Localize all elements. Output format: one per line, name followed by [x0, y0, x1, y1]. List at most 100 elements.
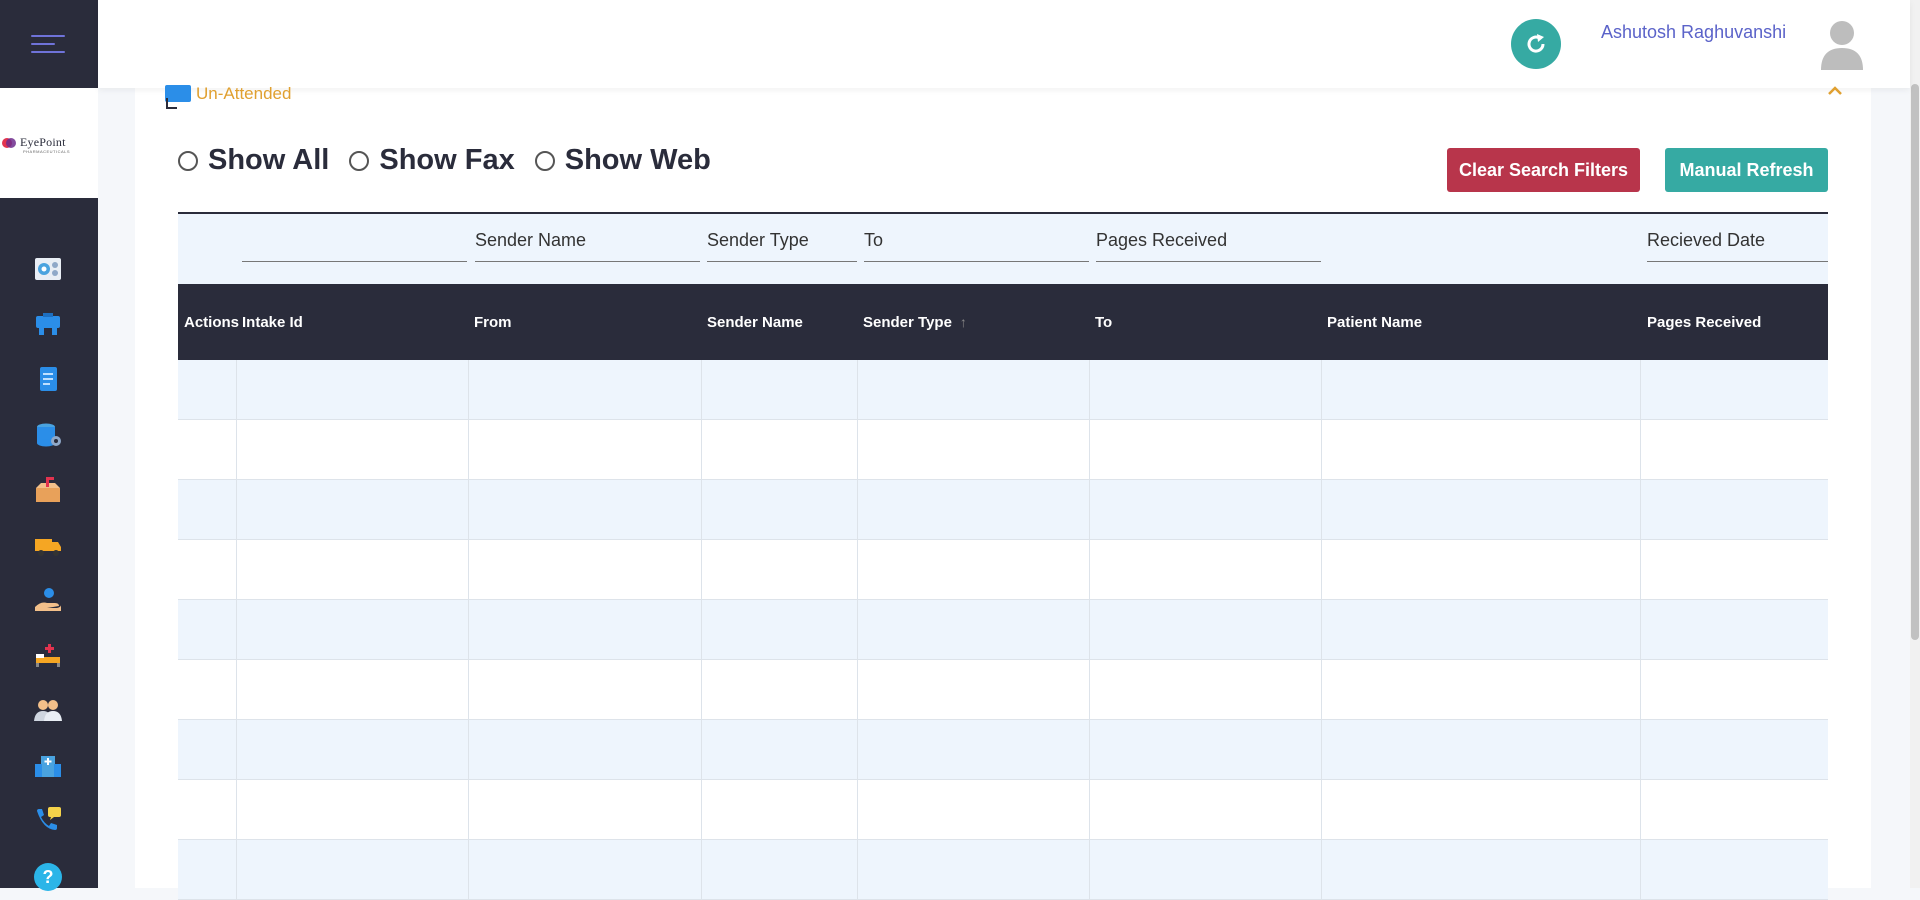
column-divider: [857, 840, 858, 899]
scrollbar-thumb[interactable]: [1911, 84, 1919, 640]
column-divider: [857, 420, 858, 479]
fax-monitor-icon: [165, 85, 191, 109]
column-divider: [1321, 780, 1322, 839]
page-scrollbar[interactable]: [1910, 0, 1920, 888]
filter-received-date[interactable]: Recieved Date: [1647, 214, 1828, 262]
column-divider: [1321, 840, 1322, 899]
column-divider: [1640, 660, 1641, 719]
sidebar-item-packages[interactable]: [33, 475, 63, 505]
column-divider: [1640, 600, 1641, 659]
menu-toggle-icon[interactable]: [31, 33, 65, 55]
delivery-truck-icon: [35, 539, 61, 556]
logo-text: EyePoint: [20, 135, 66, 149]
sort-ascending-icon[interactable]: ↑: [960, 314, 967, 330]
column-divider: [236, 420, 237, 479]
filter-label: Pages Received: [1096, 230, 1228, 250]
column-divider: [236, 840, 237, 899]
chevron-up-icon[interactable]: [1827, 84, 1843, 96]
column-header-from[interactable]: From: [474, 284, 512, 360]
logo-subtext: PHARMACEUTICALS: [23, 149, 71, 154]
user-avatar-icon[interactable]: [1819, 18, 1865, 70]
column-header-actions[interactable]: Actions: [184, 284, 239, 360]
column-divider: [1321, 540, 1322, 599]
table-row[interactable]: [178, 840, 1828, 900]
column-divider: [857, 780, 858, 839]
filter-intake-id[interactable]: [242, 214, 467, 262]
radio-show-all[interactable]: Show All: [178, 144, 329, 177]
column-divider: [1321, 420, 1322, 479]
phone-chat-icon: [37, 807, 61, 830]
sidebar-item-dashboard[interactable]: [33, 254, 63, 284]
column-divider: [857, 600, 858, 659]
column-divider: [236, 540, 237, 599]
radio-circle[interactable]: [349, 150, 370, 171]
sidebar-item-database[interactable]: [33, 420, 63, 450]
radio-label: Show Fax: [379, 144, 515, 176]
column-divider: [236, 660, 237, 719]
clear-search-filters-button[interactable]: Clear Search Filters: [1447, 148, 1640, 192]
column-divider: [468, 480, 469, 539]
filter-label: Recieved Date: [1647, 230, 1766, 250]
column-divider: [857, 540, 858, 599]
column-divider: [1321, 480, 1322, 539]
column-header-sender-name[interactable]: Sender Name: [707, 284, 803, 360]
column-divider: [701, 600, 702, 659]
sidebar-item-documents[interactable]: [33, 364, 63, 394]
filter-to[interactable]: To: [864, 214, 1089, 262]
column-divider: [1089, 420, 1090, 479]
column-header-sender-type[interactable]: Sender Type ↑: [863, 284, 967, 360]
table-row[interactable]: [178, 600, 1828, 660]
sidebar-item-users[interactable]: [33, 695, 63, 725]
radio-show-fax[interactable]: Show Fax: [349, 144, 515, 177]
manual-refresh-button[interactable]: Manual Refresh: [1665, 148, 1828, 192]
column-header-pages-received[interactable]: Pages Received: [1647, 284, 1761, 360]
radio-circle[interactable]: [534, 150, 555, 171]
column-divider: [1089, 540, 1090, 599]
top-header: Ashutosh Raghuvanshi: [98, 0, 1910, 88]
table-row[interactable]: [178, 720, 1828, 780]
column-divider: [468, 540, 469, 599]
hand-care-icon: [35, 588, 61, 611]
radio-circle[interactable]: [178, 150, 198, 171]
column-divider: [1640, 540, 1641, 599]
column-divider: [468, 420, 469, 479]
column-divider: [1640, 780, 1641, 839]
column-divider: [236, 360, 237, 419]
document-icon: [40, 367, 57, 391]
hospital-bed-icon: [36, 644, 60, 667]
sidebar-item-hospital[interactable]: [33, 750, 63, 780]
column-header-patient-name[interactable]: Patient Name: [1327, 284, 1422, 360]
table-row[interactable]: [178, 780, 1828, 840]
package-icon: [36, 477, 60, 502]
radio-show-web[interactable]: Show Web: [534, 144, 711, 177]
reload-button[interactable]: [1511, 19, 1561, 69]
filter-sender-type[interactable]: Sender Type: [707, 214, 857, 262]
sidebar-item-care[interactable]: [33, 585, 63, 615]
column-divider: [1089, 480, 1090, 539]
column-filter-bar: Sender Name Sender Type To Pages Receive…: [178, 212, 1828, 285]
table-row[interactable]: [178, 540, 1828, 600]
filter-sender-name[interactable]: Sender Name: [475, 214, 700, 262]
column-header-to[interactable]: To: [1095, 284, 1112, 360]
column-divider: [857, 480, 858, 539]
column-divider: [1089, 720, 1090, 779]
user-name[interactable]: Ashutosh Raghuvanshi: [1601, 22, 1786, 43]
column-header-intake-id[interactable]: Intake Id: [242, 284, 303, 360]
table-row[interactable]: [178, 480, 1828, 540]
sidebar-item-contact[interactable]: [33, 805, 63, 835]
sidebar-item-inbox[interactable]: [33, 309, 63, 339]
filter-pages-received[interactable]: Pages Received: [1096, 214, 1321, 262]
table-row[interactable]: [178, 660, 1828, 720]
filter-label: To: [864, 230, 884, 250]
column-divider: [701, 780, 702, 839]
radio-label: Show All: [208, 144, 330, 176]
column-divider: [468, 360, 469, 419]
column-divider: [701, 660, 702, 719]
sidebar-item-beds[interactable]: [33, 640, 63, 670]
radio-label: Show Web: [564, 144, 711, 176]
table-row[interactable]: [178, 420, 1828, 480]
sidebar-item-delivery[interactable]: [33, 530, 63, 560]
table-body: [178, 360, 1828, 900]
table-row[interactable]: [178, 360, 1828, 420]
column-divider: [857, 360, 858, 419]
